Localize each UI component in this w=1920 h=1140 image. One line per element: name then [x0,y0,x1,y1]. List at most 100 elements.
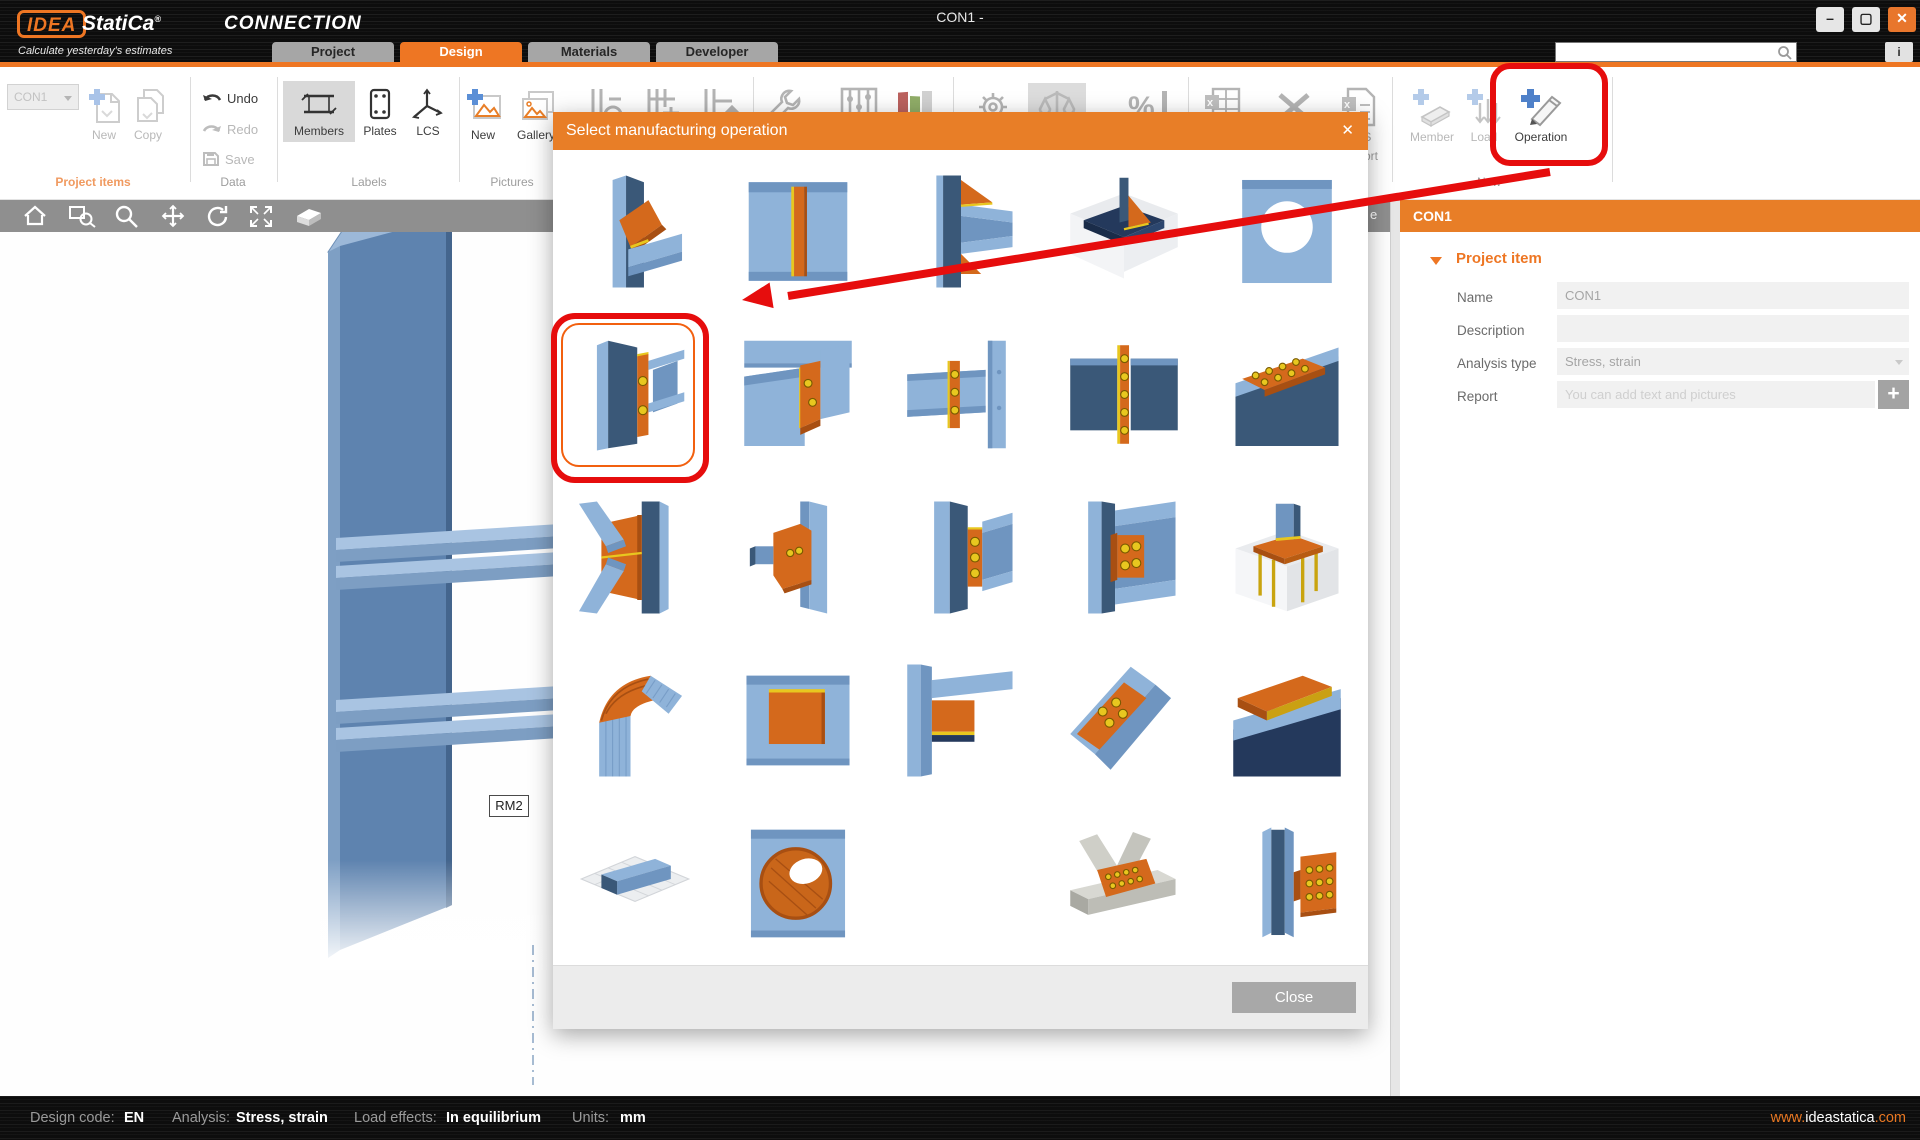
column-splice-plate-icon [1231,827,1343,940]
toolbar-label-fragment: e [1370,207,1377,222]
zoom-window-icon[interactable] [68,204,98,228]
tab-materials[interactable]: Materials [528,42,650,62]
close-button[interactable]: ✕ [1888,7,1916,32]
pan-icon[interactable] [160,204,188,228]
member-beam-icon [299,87,339,121]
home-icon[interactable] [22,204,48,228]
op-stiffening-plate[interactable] [716,639,879,802]
undo-icon [202,92,222,106]
zoom-icon[interactable] [113,204,141,228]
stub-plate-icon [742,501,854,614]
description-field[interactable] [1557,315,1909,342]
op-embedded-beam[interactable] [553,802,716,965]
op-plate-opening[interactable] [1205,150,1368,313]
analysis-value: Stress, strain [236,1096,328,1140]
op-end-plate[interactable] [553,313,716,476]
name-field[interactable] [1557,282,1909,309]
copy-project-item-button[interactable]: Copy [130,87,166,142]
op-bolted-diagonal-plate[interactable] [1042,639,1205,802]
tab-developer[interactable]: Developer [656,42,778,62]
new-load-button[interactable]: Load [1462,87,1506,144]
op-gusset-cross-brace[interactable] [553,476,716,639]
add-report-content-button[interactable]: + [1878,380,1909,409]
members-labels-toggle[interactable]: Members [283,81,355,142]
op-bolted-cover-plate[interactable] [1205,313,1368,476]
website-link[interactable]: www.ideastatica.com [1771,1096,1906,1140]
base-plate-rib-icon [1068,175,1180,288]
op-beam-cut-gusset[interactable] [553,150,716,313]
op-column-splice-plate[interactable] [1205,802,1368,965]
add-member-icon [1410,87,1454,127]
op-plate-cut[interactable] [1205,639,1368,802]
op-seat-widener[interactable] [879,639,1042,802]
rotate-icon[interactable] [205,204,233,228]
gallery-icon [517,87,555,125]
select-operation-dialog: Select manufacturing operation ✕ [553,112,1368,1029]
new-picture-button[interactable]: New [460,87,506,142]
op-splice-plates[interactable] [879,313,1042,476]
op-cleat-angle[interactable] [1042,476,1205,639]
minimize-button[interactable]: – [1816,7,1844,32]
tab-project[interactable]: Project [272,42,394,62]
base-plate-anchors-icon [1231,501,1343,614]
lcs-labels-toggle[interactable]: LCS [406,87,450,138]
search-icon [1777,45,1793,61]
report-label: Report [1457,389,1498,404]
group-labels: Labels [281,175,457,189]
tab-design[interactable]: Design [400,42,522,62]
load-effects-label: Load effects: [354,1096,437,1140]
cleat-angle-icon [1068,501,1180,614]
new-member-button[interactable]: Member [1404,87,1460,144]
search-box [1555,42,1797,62]
panel-splitter[interactable] [1390,200,1400,1096]
plate-splice-icon [1068,338,1180,451]
analysis-type-dropdown[interactable]: Stress, strain [1557,348,1909,375]
new-document-icon [86,87,122,125]
section-project-item[interactable]: Project item [1456,250,1542,267]
member-tag-rm2[interactable]: RM2 [489,795,529,817]
op-circular-opening[interactable] [716,802,879,965]
name-label: Name [1457,290,1493,305]
status-bar: Design code: EN Analysis: Stress, strain… [0,1096,1920,1140]
end-plate-icon [579,338,691,451]
description-label: Description [1457,323,1525,338]
dialog-close-button[interactable]: Close [1232,982,1356,1013]
dialog-close-icon[interactable]: ✕ [1341,112,1354,150]
units-label: Units: [572,1096,609,1140]
report-field[interactable] [1557,381,1875,408]
group-new: New [1404,175,1574,189]
undo-button[interactable]: Undo [202,91,258,106]
collapse-arrow-icon[interactable] [1430,257,1442,265]
op-stiffener[interactable] [716,150,879,313]
op-base-plate-rib[interactable] [1042,150,1205,313]
op-fin-plate[interactable] [879,476,1042,639]
tagline: Calculate yesterday's estimates [18,45,172,57]
save-icon [202,151,220,167]
op-timber-gusset-plates[interactable] [1042,802,1205,965]
redo-button[interactable]: Redo [202,122,258,137]
op-haunch-stiffeners[interactable] [879,150,1042,313]
plates-labels-toggle[interactable]: Plates [358,87,402,138]
dialog-header[interactable]: Select manufacturing operation ✕ [553,112,1368,150]
timber-gusset-icon [1068,827,1180,940]
fit-view-icon[interactable] [247,204,275,228]
new-operation-button[interactable]: Operation [1508,87,1574,144]
op-tube-bend[interactable] [553,639,716,802]
group-data: Data [192,175,274,189]
fin-plate-icon [905,501,1017,614]
op-plate-to-plate-splice[interactable] [1042,313,1205,476]
op-end-plate-corner[interactable] [716,313,879,476]
project-item-combo[interactable]: CON1 [7,84,79,110]
maximize-button[interactable]: ▢ [1852,7,1880,32]
embedded-beam-icon [579,827,691,940]
op-stub-connecting-plate[interactable] [716,476,879,639]
new-project-item-button[interactable]: New [86,87,122,142]
chevron-down-icon [64,96,72,101]
save-button[interactable]: Save [202,151,255,167]
seat-widener-icon [905,664,1017,777]
info-button[interactable]: i [1885,42,1913,62]
op-base-plate-anchors[interactable] [1205,476,1368,639]
plate-cut-icon [1231,664,1343,777]
solid-view-icon[interactable] [293,204,325,228]
search-input[interactable] [1558,44,1773,60]
